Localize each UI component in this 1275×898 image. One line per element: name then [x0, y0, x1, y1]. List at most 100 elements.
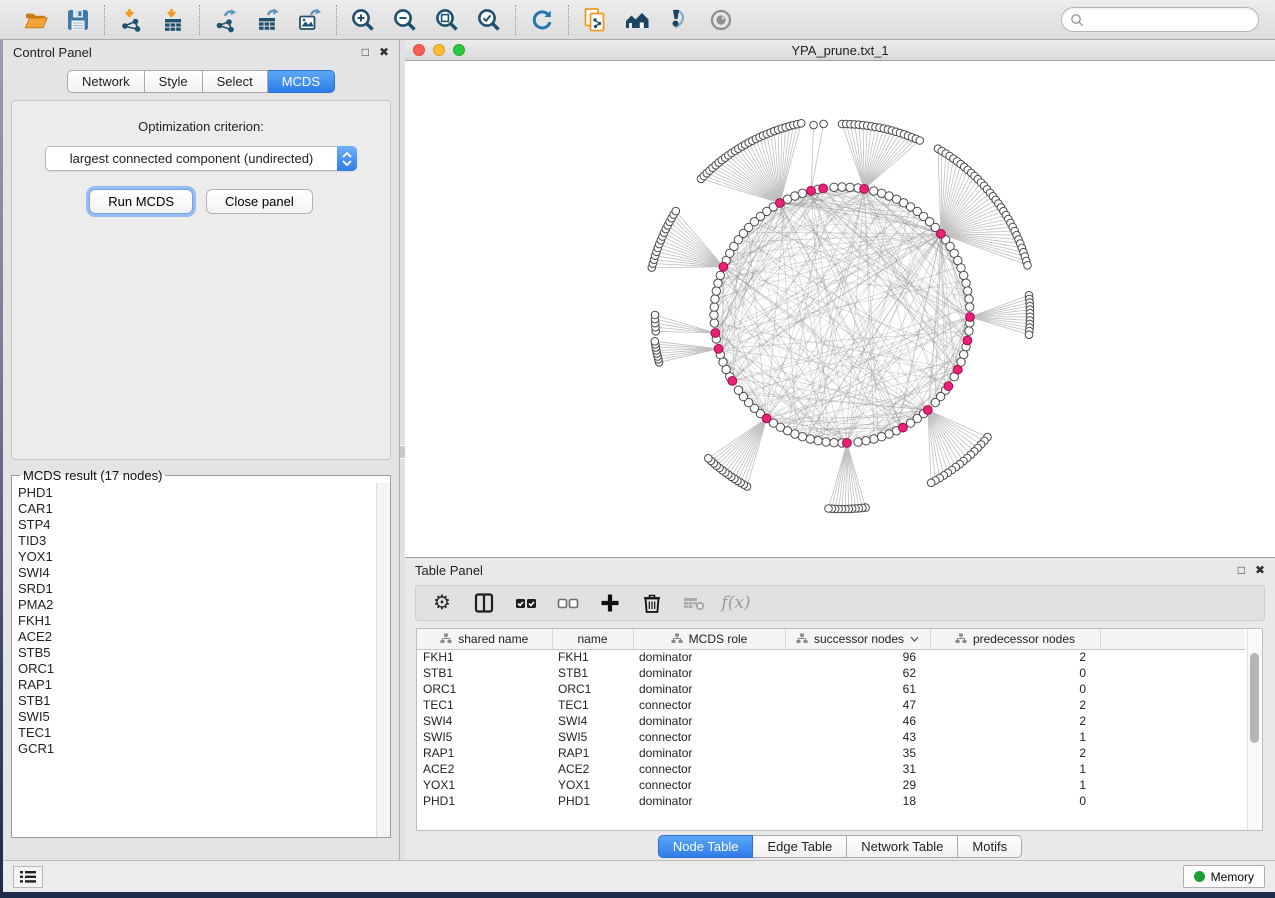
result-node-item[interactable]: RAP1 — [18, 677, 390, 693]
result-node-item[interactable]: CAR1 — [18, 501, 390, 517]
network-view-window: YPA_prune.txt_1 — [405, 40, 1275, 558]
result-node-item[interactable]: PMA2 — [18, 597, 390, 613]
cell: 1 — [930, 777, 1100, 793]
search-houses-icon[interactable] — [623, 6, 651, 34]
mcds-result-title: MCDS result (17 nodes) — [20, 468, 165, 483]
result-node-item[interactable]: ACE2 — [18, 629, 390, 645]
split-columns-icon[interactable] — [472, 591, 496, 615]
table-row[interactable]: RAP1RAP1dominator352 — [417, 745, 1245, 761]
float-panel-icon[interactable]: □ — [362, 46, 369, 58]
mcds-options-panel: Optimization criterion: largest connecte… — [11, 100, 391, 460]
column-header-predecessor-nodes[interactable]: predecessor nodes — [930, 629, 1100, 649]
table-row[interactable]: PHD1PHD1dominator180 — [417, 793, 1245, 809]
table-row[interactable]: SWI5SWI5connector431 — [417, 729, 1245, 745]
close-panel-icon[interactable]: ✖ — [379, 46, 389, 58]
save-icon[interactable] — [64, 6, 92, 34]
result-node-item[interactable]: FKH1 — [18, 613, 390, 629]
cell: connector — [633, 777, 785, 793]
column-header-successor-nodes[interactable]: successor nodes — [785, 629, 930, 649]
refresh-layout-icon[interactable] — [528, 6, 556, 34]
result-node-item[interactable]: STB1 — [18, 693, 390, 709]
table-row[interactable]: TEC1TEC1connector472 — [417, 697, 1245, 713]
column-label: successor nodes — [814, 632, 904, 646]
optimization-criterion-select[interactable]: largest connected component (undirected) — [45, 146, 357, 171]
tab-mcds[interactable]: MCDS — [268, 70, 335, 93]
cell: SWI5 — [552, 729, 633, 745]
open-folder-icon[interactable] — [22, 6, 50, 34]
delete-column-icon[interactable] — [640, 591, 664, 615]
tab-edge-table[interactable]: Edge Table — [753, 835, 847, 858]
table-row[interactable]: ORC1ORC1dominator610 — [417, 681, 1245, 697]
minimize-window-icon[interactable] — [433, 44, 445, 56]
add-column-icon[interactable] — [598, 591, 622, 615]
export-image-icon[interactable] — [296, 6, 324, 34]
result-node-item[interactable]: GCR1 — [18, 741, 390, 757]
result-node-item[interactable]: ORC1 — [18, 661, 390, 677]
export-network-icon[interactable] — [212, 6, 240, 34]
tab-style[interactable]: Style — [145, 70, 203, 93]
zoom-fit-icon[interactable] — [433, 6, 461, 34]
float-table-panel-icon[interactable]: □ — [1238, 564, 1245, 576]
result-node-item[interactable]: STB5 — [18, 645, 390, 661]
zoom-selected-icon[interactable] — [475, 6, 503, 34]
table-row[interactable]: SWI4SWI4dominator462 — [417, 713, 1245, 729]
table-scrollbar[interactable] — [1247, 629, 1262, 830]
network-canvas[interactable] — [405, 61, 1275, 557]
tab-network-table[interactable]: Network Table — [847, 835, 958, 858]
table-scrollbar-thumb[interactable] — [1250, 653, 1259, 743]
zoom-out-icon[interactable] — [391, 6, 419, 34]
cell: 1 — [930, 761, 1100, 777]
copy-network-document-icon[interactable] — [581, 6, 609, 34]
import-network-icon[interactable] — [117, 6, 145, 34]
cell: dominator — [633, 713, 785, 729]
run-mcds-button[interactable]: Run MCDS — [89, 189, 193, 214]
tab-node-table[interactable]: Node Table — [658, 835, 754, 858]
select-all-checks-icon[interactable] — [514, 591, 538, 615]
network-graph[interactable] — [405, 61, 1274, 557]
status-bar: Memory — [3, 860, 1275, 892]
cell: 96 — [785, 649, 930, 665]
cell: PHD1 — [417, 793, 552, 809]
memory-button[interactable]: Memory — [1183, 865, 1265, 888]
mcds-result-list[interactable]: PHD1CAR1STP4TID3YOX1SWI4SRD1PMA2FKH1ACE2… — [12, 483, 390, 837]
table-row[interactable]: FKH1FKH1dominator962 — [417, 649, 1245, 665]
result-node-item[interactable]: STP4 — [18, 517, 390, 533]
result-node-item[interactable]: SRD1 — [18, 581, 390, 597]
cell: connector — [633, 729, 785, 745]
result-node-item[interactable]: SWI5 — [18, 709, 390, 725]
result-node-item[interactable]: PHD1 — [18, 485, 390, 501]
table-row[interactable]: STB1STB1dominator620 — [417, 665, 1245, 681]
cell: ACE2 — [552, 761, 633, 777]
result-node-item[interactable]: SWI4 — [18, 565, 390, 581]
cell: 43 — [785, 729, 930, 745]
column-header-name[interactable]: name — [552, 629, 633, 649]
close-panel-button[interactable]: Close panel — [206, 189, 313, 214]
search-box[interactable] — [1061, 7, 1259, 32]
result-node-item[interactable]: TEC1 — [18, 725, 390, 741]
table-row[interactable]: YOX1YOX1connector291 — [417, 777, 1245, 793]
result-node-item[interactable]: YOX1 — [18, 549, 390, 565]
cell: FKH1 — [417, 649, 552, 665]
deselect-all-checks-icon[interactable] — [556, 591, 580, 615]
result-list-scrollbar[interactable] — [376, 483, 390, 837]
close-window-icon[interactable] — [413, 44, 425, 56]
hide-glyph-eye-icon[interactable] — [665, 6, 693, 34]
task-history-button[interactable] — [13, 866, 43, 888]
import-table-icon[interactable] — [159, 6, 187, 34]
column-header-shared-name[interactable]: shared name — [417, 629, 552, 649]
close-table-panel-icon[interactable]: ✖ — [1255, 564, 1265, 576]
zoom-in-icon[interactable] — [349, 6, 377, 34]
tab-network[interactable]: Network — [67, 70, 145, 93]
gear-icon[interactable]: ⚙ — [430, 591, 454, 615]
show-glyph-eye-icon[interactable] — [707, 6, 735, 34]
table-row[interactable]: ACE2ACE2connector311 — [417, 761, 1245, 777]
result-node-item[interactable]: TID3 — [18, 533, 390, 549]
maximize-window-icon[interactable] — [453, 44, 465, 56]
network-titlebar: YPA_prune.txt_1 — [405, 40, 1275, 61]
export-table-icon[interactable] — [254, 6, 282, 34]
cell: 1 — [930, 729, 1100, 745]
tab-select[interactable]: Select — [203, 70, 268, 93]
search-input[interactable] — [1084, 13, 1250, 27]
tab-motifs[interactable]: Motifs — [958, 835, 1022, 858]
column-header-MCDS-role[interactable]: MCDS role — [633, 629, 785, 649]
